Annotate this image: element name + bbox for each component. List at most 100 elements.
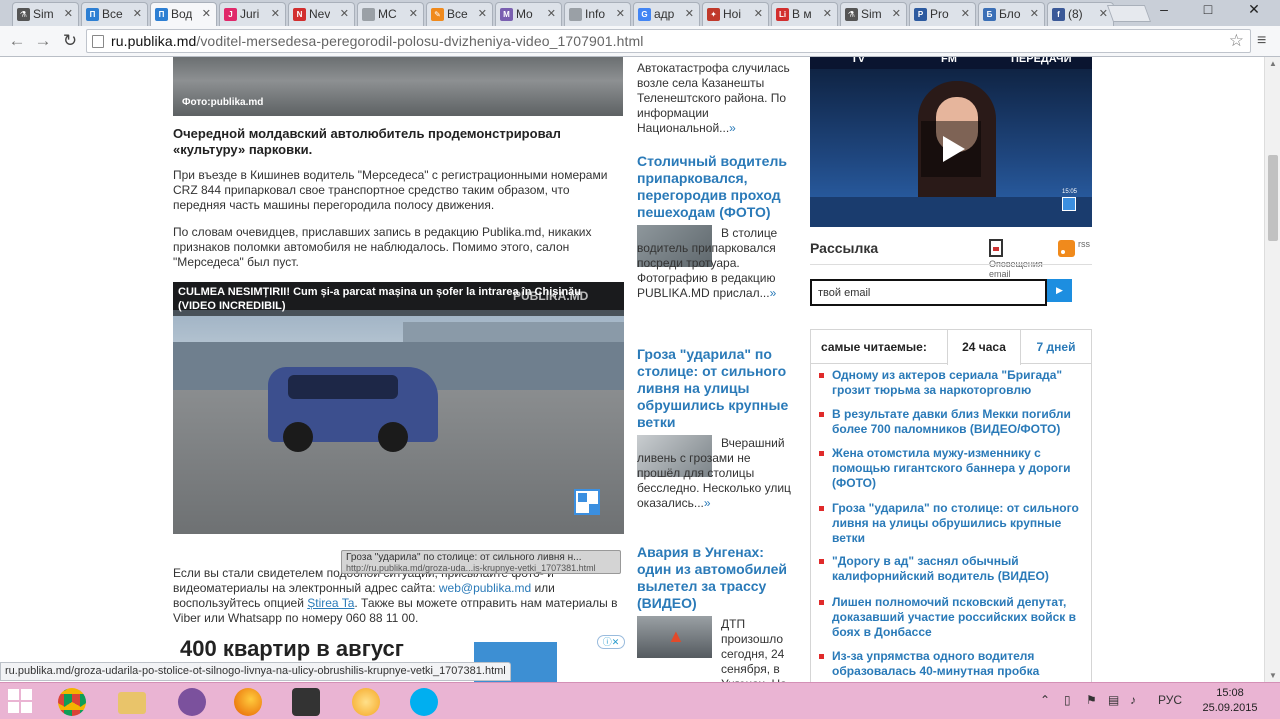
fullscreen-icon[interactable] <box>574 489 600 515</box>
close-tab-icon[interactable]: ✕ <box>754 7 763 20</box>
close-tab-icon[interactable]: ✕ <box>685 7 694 20</box>
back-icon[interactable]: ← <box>6 31 28 51</box>
tv-menu-item-tv[interactable]: TV <box>851 57 865 65</box>
viber-icon[interactable] <box>172 686 212 718</box>
browser-tab[interactable]: J Juri ✕ <box>219 2 286 26</box>
close-tab-icon[interactable]: ✕ <box>616 7 625 20</box>
tv-menu-item-shows[interactable]: ПЕРЕДАЧИ <box>1011 57 1072 65</box>
windows-start-icon[interactable] <box>8 689 34 715</box>
rss-icon[interactable] <box>1058 240 1075 257</box>
close-tab-icon[interactable]: ✕ <box>892 7 901 20</box>
browser-tab[interactable]: ⚗ Sim ✕ <box>12 2 79 26</box>
newsletter-email-input[interactable] <box>810 279 1047 306</box>
news-thumb-3[interactable]: ▲ <box>637 616 712 658</box>
network-icon[interactable]: ▤ <box>1108 693 1119 707</box>
close-tab-icon[interactable]: ✕ <box>961 7 970 20</box>
close-tab-icon[interactable]: ✕ <box>340 7 349 20</box>
email-link[interactable]: web@publika.md <box>439 581 531 595</box>
most-read-item[interactable]: Лишен полномочий псковский депутат, дока… <box>832 595 1080 640</box>
scroll-down-icon[interactable]: ▼ <box>1269 671 1277 680</box>
url-text[interactable]: ru.publika.md/voditel-mersedesa-peregoro… <box>111 33 644 49</box>
browser-tab[interactable]: Li В м ✕ <box>771 2 838 26</box>
browser-tab[interactable]: ✎ Все ✕ <box>426 2 493 26</box>
browser-tab[interactable]: M Mo ✕ <box>495 2 562 26</box>
news-title-3[interactable]: Авария в Унгенах: один из автомобилей вы… <box>637 544 797 612</box>
most-read-item[interactable]: Из-за упрямства одного водителя образова… <box>832 649 1080 679</box>
browser-tab[interactable]: П Вод ✕ <box>150 2 217 26</box>
tv-live-player[interactable]: TV FM ПЕРЕДАЧИ 15:05 <box>810 57 1092 227</box>
browser-tab[interactable]: P Pro ✕ <box>909 2 976 26</box>
tab-7-days[interactable]: 7 дней <box>1021 330 1091 364</box>
more-link[interactable]: » <box>770 286 777 300</box>
ad-info-icon[interactable]: ⓘ✕ <box>597 635 625 649</box>
more-link[interactable]: » <box>704 496 711 510</box>
firefox-icon[interactable] <box>228 686 268 718</box>
camera-app-icon[interactable] <box>286 686 326 718</box>
browser-tab[interactable]: f (8) ✕ <box>1047 2 1114 26</box>
news-title-2[interactable]: Гроза "ударила" по столице: от сильного … <box>637 346 797 431</box>
browser-tab[interactable]: MC ✕ <box>357 2 424 26</box>
tab-label: Juri <box>240 7 260 21</box>
browser-tab[interactable]: П Все ✕ <box>81 2 148 26</box>
reload-icon[interactable]: ↻ <box>59 31 81 51</box>
close-tab-icon[interactable]: ✕ <box>409 7 418 20</box>
bookmark-star-icon[interactable]: ☆ <box>1229 31 1244 51</box>
file-explorer-icon[interactable] <box>112 686 152 718</box>
close-tab-icon[interactable]: ✕ <box>823 7 832 20</box>
browser-tab[interactable]: Б Бло ✕ <box>978 2 1045 26</box>
tab-24-hours[interactable]: 24 часа <box>947 330 1021 365</box>
skype-icon[interactable] <box>404 686 444 718</box>
ad-text[interactable]: 400 квартир в авгусг <box>180 636 404 662</box>
close-tab-icon[interactable]: ✕ <box>478 7 487 20</box>
tv-menu-item-fm[interactable]: FM <box>941 57 957 65</box>
close-tab-icon[interactable]: ✕ <box>547 7 556 20</box>
rss-label[interactable]: rss <box>1078 239 1090 249</box>
stirea-ta-link[interactable]: Știrea Ta <box>307 596 354 610</box>
chrome-icon[interactable] <box>52 686 92 718</box>
close-tab-icon[interactable]: ✕ <box>271 7 280 20</box>
show-hidden-icons[interactable]: ⌃ <box>1040 693 1050 707</box>
article-paragraph-3: Если вы стали свидетелем подобной ситуац… <box>173 566 618 625</box>
address-bar[interactable]: ru.publika.md/voditel-mersedesa-peregoro… <box>86 29 1251 53</box>
page-scrollbar[interactable]: ▲ ▼ <box>1264 57 1280 682</box>
video-player[interactable]: CULMEA NESIMȚIRII! Cum și-a parcat mașin… <box>173 282 624 534</box>
volume-icon[interactable]: ♪ <box>1130 693 1136 707</box>
device-icon[interactable]: ▯ <box>1064 693 1071 707</box>
most-read-item[interactable]: Жена отомстила мужу-изменнику с помощью … <box>832 446 1080 491</box>
most-read-item[interactable]: Гроза "ударила" по столице: от сильного … <box>832 501 1080 546</box>
most-read-item[interactable]: Одному из актеров сериала "Бригада" гроз… <box>832 368 1080 398</box>
browser-tab[interactable]: Info ✕ <box>564 2 631 26</box>
most-read-item[interactable]: "Дорогу в ад" заснял обычный калифорнийс… <box>832 554 1080 584</box>
close-window-icon[interactable]: ✕ <box>1232 0 1276 20</box>
close-tab-icon[interactable]: ✕ <box>64 7 73 20</box>
more-link[interactable]: » <box>729 121 736 135</box>
maximize-icon[interactable]: □ <box>1186 0 1230 20</box>
minimize-icon[interactable]: – <box>1142 0 1186 20</box>
most-read-item[interactable]: В результате давки близ Мекки погибли бо… <box>832 407 1080 437</box>
flag-icon[interactable]: ⚑ <box>1086 693 1097 707</box>
email-notification-icon[interactable] <box>989 239 1003 257</box>
close-tab-icon[interactable]: ✕ <box>202 7 211 20</box>
browser-tab[interactable]: N Nev ✕ <box>288 2 355 26</box>
forward-icon[interactable]: → <box>32 31 54 51</box>
browser-tab[interactable]: ✦ Ноi ✕ <box>702 2 769 26</box>
menu-icon[interactable]: ≡ <box>1257 32 1273 50</box>
keyboard-language[interactable]: РУС <box>1158 693 1182 707</box>
newsletter-email-label[interactable]: Оповещения email <box>989 259 1049 279</box>
tab-favicon-icon: ✦ <box>707 8 720 21</box>
tab-favicon-icon: ⚗ <box>17 8 30 21</box>
browser-tab[interactable]: Gадр ✕ <box>633 2 700 26</box>
browser-tab[interactable]: ⚗ Sim ✕ <box>840 2 907 26</box>
system-clock[interactable]: 15:08 25.09.2015 <box>1195 686 1265 716</box>
scroll-up-icon[interactable]: ▲ <box>1269 59 1277 68</box>
messenger-app-icon[interactable] <box>346 686 386 718</box>
news-title-1[interactable]: Столичный водитель припарковался, перего… <box>637 153 797 221</box>
tab-favicon-icon: ⚗ <box>845 8 858 21</box>
close-tab-icon[interactable]: ✕ <box>1099 7 1108 20</box>
newsletter-submit-button[interactable]: ▶ <box>1047 279 1072 302</box>
fullscreen-icon[interactable] <box>1062 197 1076 211</box>
close-tab-icon[interactable]: ✕ <box>133 7 142 20</box>
scrollbar-thumb[interactable] <box>1268 155 1278 241</box>
play-icon[interactable] <box>921 121 981 177</box>
close-tab-icon[interactable]: ✕ <box>1030 7 1039 20</box>
